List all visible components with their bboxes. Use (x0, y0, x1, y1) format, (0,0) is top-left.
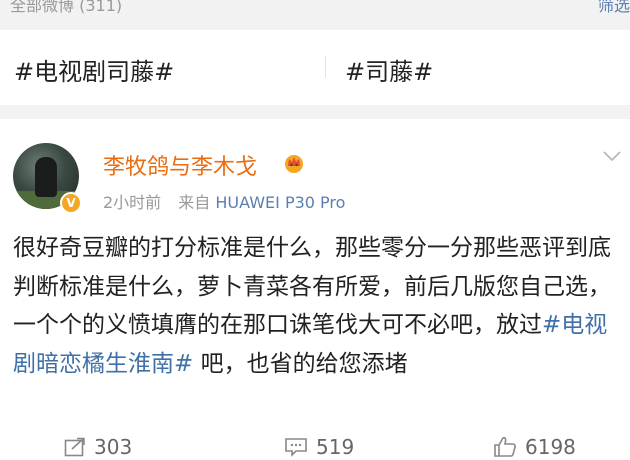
verified-badge: V (60, 192, 82, 214)
post-time: 2小时前 (103, 193, 162, 212)
post-meta: 2小时前 来自 HUAWEI P30 Pro (103, 189, 345, 213)
weibo-count-label: 全部微博 (311) (10, 0, 123, 15)
comment-count: 519 (316, 435, 355, 459)
repost-button[interactable]: 303 (64, 435, 132, 459)
like-icon (494, 436, 516, 457)
topic-link-sitang[interactable]: #司藤# (345, 52, 433, 87)
post-source-prefix: 来自 (178, 193, 211, 212)
top-strip: 全部微博 (311) 筛选 (0, 0, 630, 30)
repost-count: 303 (94, 435, 133, 459)
comment-button[interactable]: 519 (284, 435, 354, 459)
weibo-post-card: V 李牧鸽与李木戈 2小时前 来自 HUAWEI P30 Pro 很好奇豆瓣的打… (0, 119, 630, 460)
comment-icon (285, 438, 307, 457)
post-text-tail: 吧，也省的给您添堵 (193, 350, 408, 377)
post-text: 很好奇豆瓣的打分标准是什么，那些零分一分那些恶评到底判断标准是什么，萝卜青菜各有… (13, 229, 623, 383)
action-bar: 303 519 6198 (0, 435, 630, 460)
avatar-figure (35, 157, 57, 197)
like-count: 6198 (525, 435, 576, 459)
filter-button[interactable]: 筛选 (598, 0, 630, 16)
post-text-main: 很好奇豆瓣的打分标准是什么，那些零分一分那些恶评到底判断标准是什么，萝卜青菜各有… (13, 235, 611, 338)
crown-icon (285, 155, 303, 173)
topic-bar: #电视剧司藤# #司藤# (0, 30, 630, 105)
like-button[interactable]: 6198 (493, 435, 576, 459)
topic-divider (325, 56, 326, 78)
chevron-down-icon[interactable] (602, 149, 622, 163)
username[interactable]: 李牧鸽与李木戈 (103, 149, 257, 181)
post-device[interactable]: HUAWEI P30 Pro (215, 193, 345, 212)
topic-link-drama-sitang[interactable]: #电视剧司藤# (14, 52, 174, 87)
repost-icon (64, 437, 85, 457)
